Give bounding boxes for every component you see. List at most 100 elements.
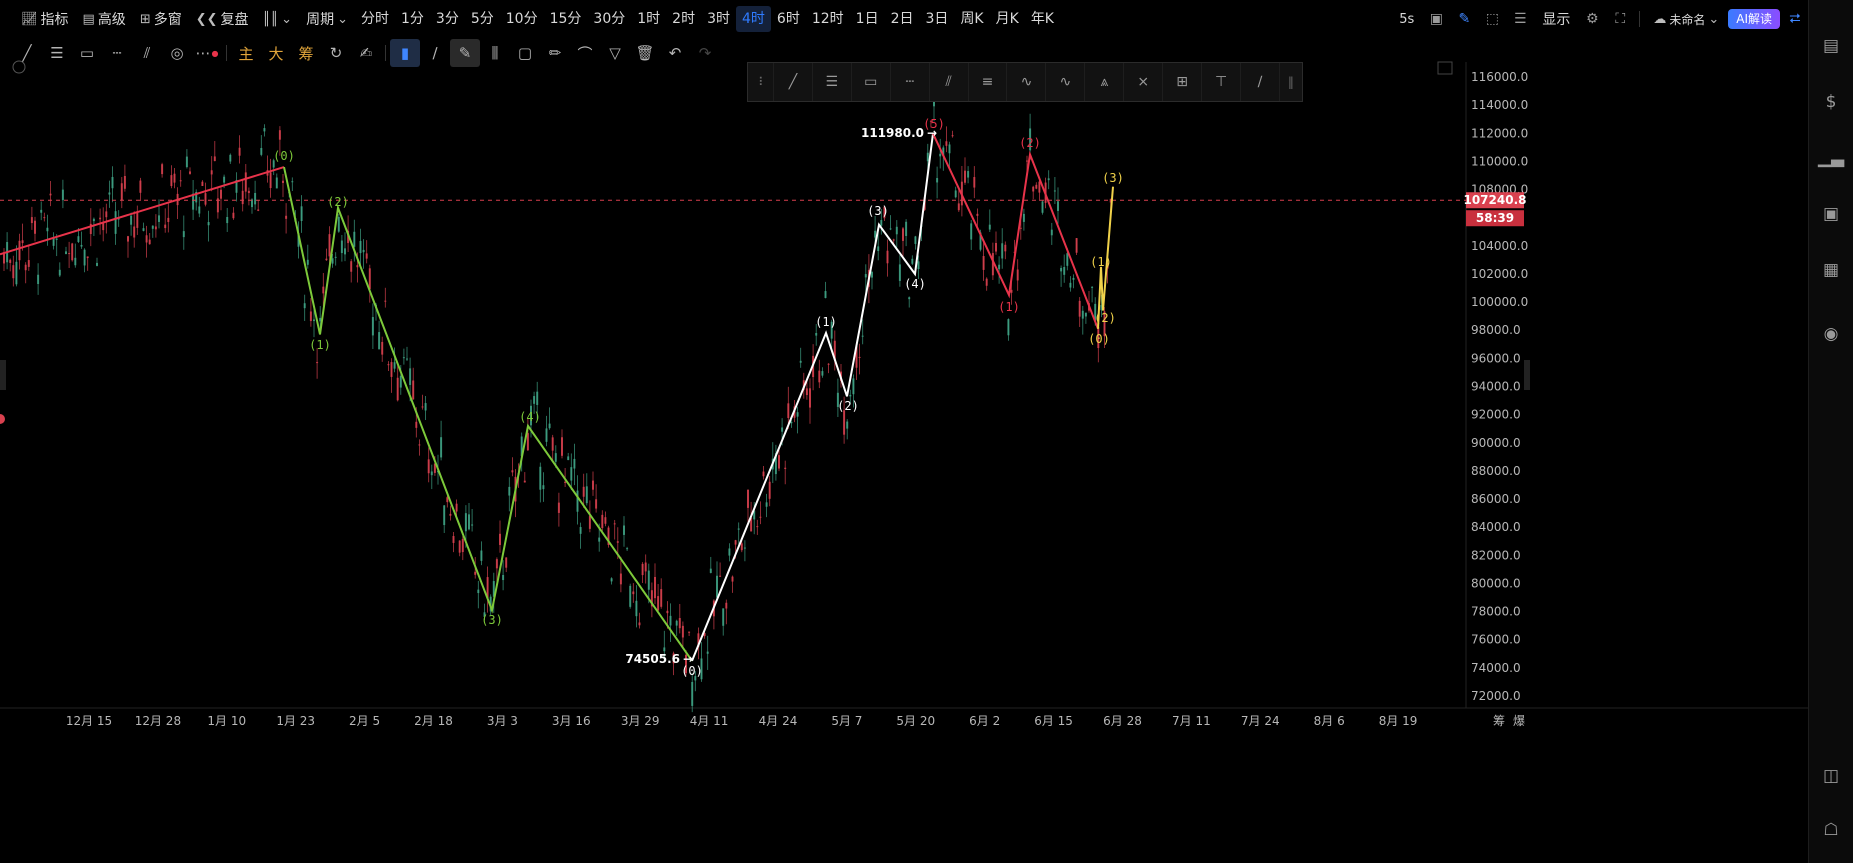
rectangle-tool-icon[interactable]: ▭	[852, 63, 891, 101]
candle-body	[471, 524, 474, 526]
filter-icon[interactable]: ▽	[600, 39, 630, 67]
period-5[interactable]: 15分	[544, 6, 588, 32]
range-tool-icon[interactable]: ┄	[891, 63, 930, 101]
pencil-icon[interactable]: ✎	[1451, 6, 1477, 32]
headset-icon[interactable]: ☖	[1817, 816, 1845, 844]
magnet-icon[interactable]: ⌒	[570, 39, 600, 67]
period-11[interactable]: 6时	[771, 6, 806, 32]
period-16[interactable]: 周K	[954, 6, 989, 32]
multi-window-button[interactable]: ⊞ 多窗	[133, 5, 189, 33]
period-2[interactable]: 3分	[430, 6, 465, 32]
trend-line-icon[interactable]: ╱	[12, 39, 42, 67]
period-14[interactable]: 2日	[885, 6, 920, 32]
share-icon[interactable]: ⮂	[1782, 6, 1808, 32]
candlestick-chart[interactable]: 116000.0114000.0112000.0110000.0108000.0…	[0, 0, 1808, 730]
document-icon[interactable]: ▤	[1817, 32, 1845, 60]
chips-toggle[interactable]: 筹	[291, 39, 321, 67]
refresh-rate-button[interactable]: 5s	[1392, 5, 1421, 33]
period-dropdown[interactable]: 周期 ⌄	[299, 5, 355, 33]
price-range-icon[interactable]: ┄	[102, 39, 132, 67]
candle-body	[821, 371, 824, 376]
calendar-icon[interactable]: ▦	[1817, 256, 1845, 284]
price-tick: 90000.0	[1471, 436, 1521, 450]
period-4[interactable]: 10分	[500, 6, 544, 32]
candle-body	[545, 428, 548, 442]
candle-body	[65, 251, 67, 254]
xabcd-tool-icon[interactable]: ⨯	[1124, 63, 1164, 101]
columns-icon[interactable]: ⫼	[480, 39, 510, 67]
arrow-icon: →	[927, 126, 937, 140]
edit-icon[interactable]: ✏	[540, 39, 570, 67]
period-13[interactable]: 1日	[850, 6, 885, 32]
draw-mode-icon[interactable]: ✎	[450, 39, 480, 67]
more-tools-icon[interactable]: ⋯ ●	[192, 39, 222, 67]
period-17[interactable]: 月K	[990, 6, 1025, 32]
camera-icon[interactable]: ▣	[1423, 6, 1449, 32]
screen-select-icon[interactable]: ⬚	[1479, 6, 1505, 32]
gear-icon[interactable]: ⚙	[1579, 6, 1605, 32]
ruler-icon[interactable]: ∕	[420, 39, 450, 67]
brush-tool-icon[interactable]: ∕	[1241, 63, 1280, 101]
candle-body	[226, 216, 229, 224]
candle-body	[561, 437, 563, 456]
display-button[interactable]: 显示	[1535, 5, 1577, 33]
period-0[interactable]: 分时	[355, 6, 395, 32]
fib-tool-icon[interactable]: ≡	[969, 63, 1008, 101]
candle-body	[1084, 312, 1087, 317]
period-3[interactable]: 5分	[465, 6, 500, 32]
rectangle-icon[interactable]: ▭	[72, 39, 102, 67]
time-tick: 3月 3	[487, 714, 518, 728]
target-icon[interactable]: ◎	[162, 39, 192, 67]
fullscreen-icon[interactable]: ⛶	[1607, 6, 1633, 32]
period-12[interactable]: 12时	[806, 6, 850, 32]
ai-analysis-button[interactable]: AI解读	[1728, 9, 1780, 29]
signal-icon[interactable]: ◉	[1817, 320, 1845, 348]
period-18[interactable]: 年K	[1025, 6, 1060, 32]
dollar-icon[interactable]: $	[1817, 88, 1845, 116]
candle-body	[508, 486, 511, 496]
replay-button[interactable]: ❮❮ 复盘	[189, 5, 256, 33]
channel-tool-icon[interactable]: ⫽	[930, 63, 969, 101]
indicator-button[interactable]: 📈︎ 指标	[14, 5, 76, 33]
candle-body	[579, 527, 582, 534]
parallel-channel-icon[interactable]: ⫽	[132, 39, 162, 67]
advanced-button[interactable]: ▤ 高级	[76, 5, 133, 33]
line-tool-icon[interactable]: ╱	[774, 63, 813, 101]
main-chart-toggle[interactable]: 主	[231, 39, 261, 67]
drag-handle-icon[interactable]: ⠇	[752, 63, 774, 101]
trash-icon[interactable]: 🗑︎	[630, 39, 660, 67]
horizontal-lines-icon[interactable]: ☰	[42, 39, 72, 67]
drag-handle-icon[interactable]: ‖	[1280, 63, 1302, 101]
measure-tool-icon[interactable]: ⊞	[1163, 63, 1203, 101]
candle-body	[440, 437, 443, 458]
period-9[interactable]: 3时	[701, 6, 736, 32]
layout-name-dropdown[interactable]: ☁ 未命名 ⌄	[1646, 5, 1726, 33]
undo-icon[interactable]: ↶	[660, 39, 690, 67]
period-1[interactable]: 1分	[395, 6, 430, 32]
price-tick: 112000.0	[1471, 126, 1528, 140]
period-6[interactable]: 30分	[587, 6, 631, 32]
candle-body	[945, 141, 948, 146]
wave5-tool-icon[interactable]: ∿	[1046, 63, 1086, 101]
bookmark-icon[interactable]: ▮	[390, 39, 420, 67]
price-tick: 94000.0	[1471, 380, 1521, 394]
chart-window-icon[interactable]: ▣	[1817, 200, 1845, 228]
pattern-tool-icon[interactable]: ⩓	[1085, 63, 1125, 101]
layout-icon[interactable]: ◫	[1817, 762, 1845, 790]
horizontal-tool-icon[interactable]: ☰	[813, 63, 852, 101]
lock-icon[interactable]: ▢	[510, 39, 540, 67]
redo-icon[interactable]: ↷	[690, 39, 720, 67]
big-order-toggle[interactable]: 大	[261, 39, 291, 67]
sync-icon[interactable]: ↻	[321, 39, 351, 67]
wave3-tool-icon[interactable]: ∿	[1007, 63, 1047, 101]
brush-icon[interactable]: ✍	[351, 39, 381, 67]
text-tool-icon[interactable]: ⊤	[1202, 63, 1242, 101]
list-icon[interactable]: ☰	[1507, 6, 1533, 32]
chart-type-button[interactable]: ║║ ⌄	[256, 5, 300, 33]
candle-body	[635, 600, 638, 617]
period-10[interactable]: 4时	[736, 6, 771, 32]
period-15[interactable]: 3日	[920, 6, 955, 32]
period-8[interactable]: 2时	[666, 6, 701, 32]
period-7[interactable]: 1时	[631, 6, 666, 32]
bar-chart-icon[interactable]: ▁▃	[1817, 144, 1845, 172]
